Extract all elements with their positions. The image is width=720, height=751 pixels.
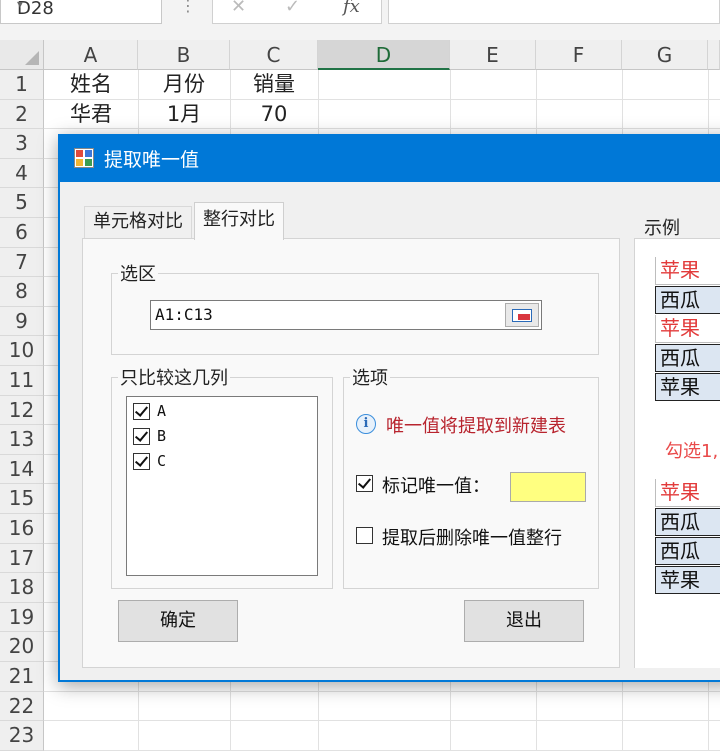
row-header-16[interactable]: 16 — [0, 514, 44, 544]
column-header-g[interactable]: G — [622, 40, 708, 70]
row-header-22[interactable]: 22 — [0, 691, 44, 722]
example-cell: 苹果 — [655, 566, 720, 594]
row-header-19[interactable]: 19 — [0, 602, 44, 633]
mark-color-swatch[interactable] — [510, 472, 586, 502]
column-header-d[interactable]: D — [318, 40, 450, 70]
more-icon: ⋮ — [180, 0, 196, 15]
row-header-17[interactable]: 17 — [0, 543, 44, 574]
info-icon: i — [356, 414, 376, 434]
example-cell: 苹果 — [655, 315, 720, 343]
dialog-title: 提取唯一值 — [104, 149, 200, 171]
column-header-b[interactable]: B — [138, 40, 230, 70]
dialog-titlebar[interactable]: 提取唯一值 — [58, 134, 720, 182]
column-header-f[interactable]: F — [536, 40, 622, 70]
checkbox-column-a[interactable] — [133, 403, 150, 420]
selection-value: A1:C13 — [155, 305, 213, 324]
row-header-7[interactable]: 7 — [0, 247, 44, 278]
info-text: 唯一值将提取到新建表 — [386, 416, 566, 437]
name-box[interactable]: D28 ▾ — [0, 0, 162, 24]
fx-icon[interactable]: fx — [343, 0, 360, 17]
dialog-body: 单元格对比 整行对比 选区 只比较这几列 选项 A1:C13 A B C i 唯… — [60, 182, 720, 680]
column-header-e[interactable]: E — [450, 40, 536, 70]
formula-buttons: ✕ ✓ fx — [212, 0, 382, 24]
row-header-21[interactable]: 21 — [0, 662, 44, 692]
exit-button[interactable]: 退出 — [464, 600, 584, 642]
row-header-18[interactable]: 18 — [0, 573, 44, 603]
example-cell: 西瓜 — [655, 344, 720, 372]
column-checklist[interactable]: A B C — [126, 396, 318, 576]
cell-a2[interactable]: 华君 — [44, 100, 138, 129]
checkbox-column-c[interactable] — [133, 453, 150, 470]
example-cell: 苹果 — [655, 373, 720, 401]
row-header-12[interactable]: 12 — [0, 395, 44, 426]
cell-c1[interactable]: 销量 — [230, 70, 318, 99]
row-header-13[interactable]: 13 — [0, 425, 44, 455]
app-icon — [74, 148, 94, 168]
row-header-20[interactable]: 20 — [0, 632, 44, 662]
row-header-11[interactable]: 11 — [0, 366, 44, 396]
row-header-14[interactable]: 14 — [0, 454, 44, 485]
row-header-1[interactable]: 1 — [0, 70, 44, 100]
checkbox-column-b[interactable] — [133, 428, 150, 445]
column-header-h[interactable] — [708, 40, 720, 70]
tab-row-compare[interactable]: 整行对比 — [194, 202, 284, 240]
example-cell: 苹果 — [655, 257, 720, 285]
selection-input[interactable]: A1:C13 — [150, 300, 542, 330]
column-header-c[interactable]: C — [230, 40, 318, 70]
tab-cell-compare[interactable]: 单元格对比 — [84, 206, 192, 238]
select-all-corner[interactable] — [0, 40, 44, 70]
cell-c2[interactable]: 70 — [230, 100, 318, 129]
row-header-6[interactable]: 6 — [0, 218, 44, 248]
example-cell: 西瓜 — [655, 286, 720, 314]
example-cell: 苹果 — [655, 479, 720, 507]
row-header-9[interactable]: 9 — [0, 306, 44, 337]
example-panel: 苹果 西瓜 苹果 西瓜 苹果 勾选1, 苹果 西瓜 西瓜 苹果 — [634, 238, 720, 668]
delete-rows-checkbox[interactable] — [356, 527, 373, 544]
confirm-icon[interactable]: ✓ — [285, 0, 300, 17]
mark-unique-checkbox[interactable] — [356, 475, 373, 492]
extract-unique-dialog: 提取唯一值 单元格对比 整行对比 选区 只比较这几列 选项 A1:C13 A B… — [58, 134, 720, 682]
example-cell: 西瓜 — [655, 537, 720, 565]
example-cell: 西瓜 — [655, 508, 720, 536]
cancel-icon[interactable]: ✕ — [231, 0, 246, 17]
range-select-button[interactable] — [505, 303, 539, 327]
selection-label: 选区 — [118, 260, 158, 286]
column-header-a[interactable]: A — [44, 40, 138, 70]
row-header-8[interactable]: 8 — [0, 277, 44, 307]
formula-input[interactable] — [388, 0, 720, 24]
delete-rows-label: 提取后删除唯一值整行 — [382, 528, 562, 549]
cell-b1[interactable]: 月份 — [138, 70, 230, 99]
mark-unique-label: 标记唯一值： — [382, 476, 490, 497]
options-label: 选项 — [350, 364, 390, 390]
example-note: 勾选1, — [665, 441, 719, 462]
row-header-23[interactable]: 23 — [0, 721, 44, 751]
row-header-10[interactable]: 10 — [0, 336, 44, 366]
ok-button[interactable]: 确定 — [118, 600, 238, 642]
cell-b2[interactable]: 1月 — [138, 100, 230, 129]
row-header-15[interactable]: 15 — [0, 484, 44, 514]
compare-columns-label: 只比较这几列 — [118, 364, 230, 390]
formula-bar: D28 ▾ ⋮ ✕ ✓ fx — [0, 0, 720, 40]
example-label: 示例 — [644, 218, 680, 239]
row-header-5[interactable]: 5 — [0, 188, 44, 218]
cell-a1[interactable]: 姓名 — [44, 70, 138, 99]
row-header-4[interactable]: 4 — [0, 158, 44, 189]
row-header-2[interactable]: 2 — [0, 99, 44, 130]
row-header-3[interactable]: 3 — [0, 129, 44, 159]
chevron-down-icon[interactable]: ▾ — [17, 0, 155, 11]
